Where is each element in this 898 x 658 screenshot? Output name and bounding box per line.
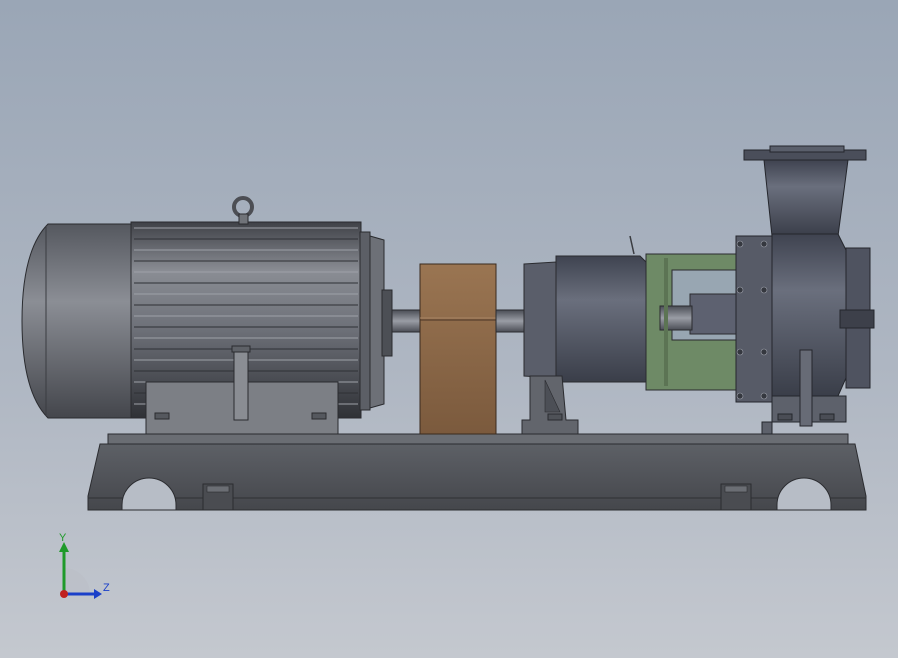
lifting-eye-bolt: [232, 196, 254, 218]
coupling-guard: [419, 263, 497, 435]
cad-viewport[interactable]: Y Z: [0, 0, 898, 658]
triad-icon: [59, 542, 102, 599]
bolt-icon: [760, 348, 768, 356]
motor-shaft: [391, 309, 423, 333]
bolt-icon: [760, 240, 768, 248]
bolt-icon: [736, 286, 744, 294]
triad-z-label: Z: [103, 582, 110, 594]
electric-motor: [21, 196, 393, 435]
bolt-icon: [760, 286, 768, 294]
coordinate-triad: Y Z: [50, 532, 120, 608]
pump-assembly-model[interactable]: [0, 0, 898, 658]
pump-shaft: [495, 309, 527, 333]
triad-y-label: Y: [59, 532, 67, 544]
pump-volute-casing: [735, 145, 875, 435]
bolt-icon: [760, 392, 768, 400]
bolt-icon: [736, 392, 744, 400]
bolt-icon: [736, 348, 744, 356]
baseplate: [87, 433, 867, 511]
bearing-housing: [521, 235, 647, 435]
bearing-frame: [645, 253, 741, 391]
bolt-icon: [736, 240, 744, 248]
